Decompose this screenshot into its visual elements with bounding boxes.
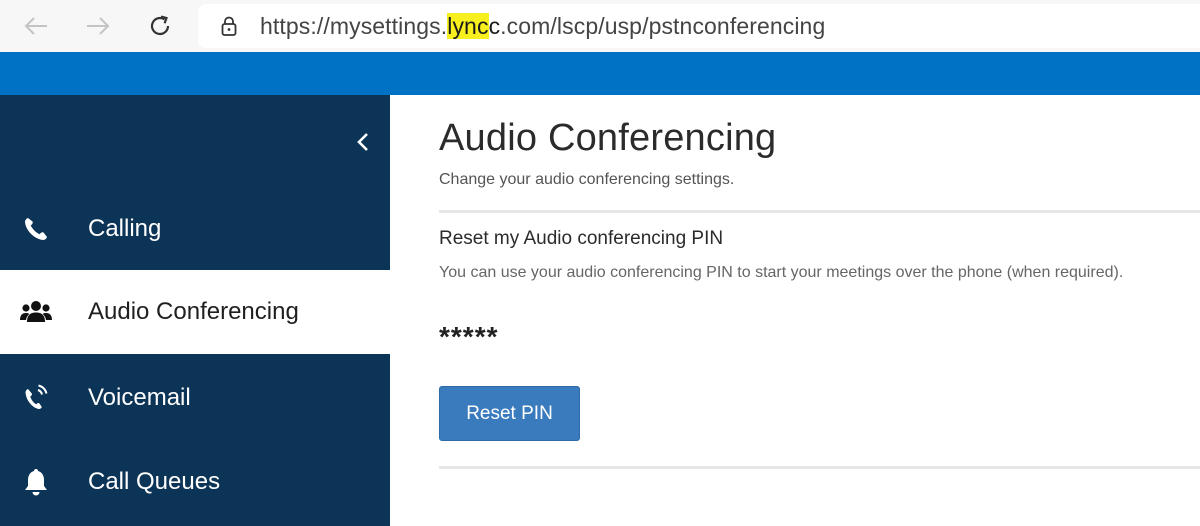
url-suffix: .com/lscp/usp/pstnconferencing [500,13,826,39]
header-band [0,52,1200,95]
sidebar-item-label: Calling [88,215,162,242]
arrow-right-icon [87,17,110,35]
sidebar-item-call-queues[interactable]: Call Queues [0,440,390,524]
page-subtitle: Change your audio conferencing settings. [439,171,735,188]
address-bar[interactable]: https://mysettings.lyncc.com/lscp/usp/ps… [198,4,1200,48]
reload-icon [150,15,170,36]
url-text[interactable]: https://mysettings.lyncc.com/lscp/usp/ps… [260,13,825,39]
section-title: Reset my Audio conferencing PIN [439,228,724,249]
sidebar-item-label: Call Queues [88,468,221,495]
users-group-icon [20,296,52,328]
browser-toolbar: https://mysettings.lyncc.com/lscp/usp/ps… [0,0,1200,52]
url-domain-rest: c [488,13,501,39]
masked-pin: ***** [439,321,499,352]
sidebar-item-label: Audio Conferencing [88,298,299,325]
bell-icon [20,466,52,498]
reset-pin-button[interactable]: Reset PIN [439,386,580,441]
sidebar-item-voicemail[interactable]: Voicemail [0,356,390,440]
arrow-left-icon [24,17,47,35]
main-content: Audio Conferencing Change your audio con… [390,95,1200,526]
back-button[interactable] [16,6,56,46]
url-highlighted-part: lync [447,13,489,39]
page-title: Audio Conferencing [439,117,777,159]
collapse-sidebar-button[interactable] [350,127,376,157]
sidebar-item-calling[interactable]: Calling [0,188,390,270]
url-prefix: https://mysettings. [260,13,448,39]
reload-button[interactable] [140,6,180,46]
divider [439,466,1200,469]
sidebar-item-audio-conferencing[interactable]: Audio Conferencing [0,270,390,354]
forward-button[interactable] [78,6,118,46]
section-description: You can use your audio conferencing PIN … [439,264,1124,281]
chevron-left-icon [357,133,368,151]
sidebar-item-label: Voicemail [88,384,191,411]
phone-icon [20,213,52,245]
sidebar: Calling Audio Conferencing Voicemail Cal… [0,95,390,526]
phone-ringing-icon [20,382,52,414]
lock-icon [221,16,237,36]
divider [439,210,1200,213]
